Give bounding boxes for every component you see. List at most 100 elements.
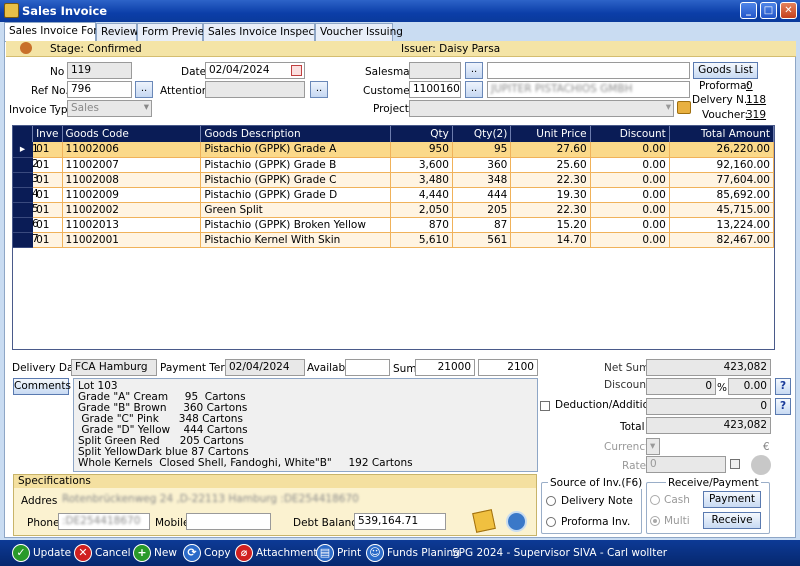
delivery-link[interactable]: 118	[746, 94, 766, 106]
attention-lookup-button[interactable]: ..	[310, 81, 328, 98]
proforma-inv-radio[interactable]	[546, 517, 556, 527]
table-row[interactable]: 4 01 11002009 Pistachio (GPPK) Grade D 4…	[13, 187, 775, 203]
ref-no-lookup-button[interactable]: ..	[135, 81, 153, 98]
table-row[interactable]: ▸ 1 01 11002006 Pistachio (GPPK) Grade A…	[13, 142, 775, 158]
salesman-lookup-button[interactable]: ..	[465, 62, 483, 79]
mobile-field[interactable]	[186, 513, 271, 530]
proforma-link[interactable]: 0	[746, 80, 753, 92]
folder-icon[interactable]	[677, 101, 691, 114]
multi-radio[interactable]	[650, 516, 660, 526]
cell-qty[interactable]: 950	[390, 142, 453, 158]
goods-list-button[interactable]: Goods List	[693, 62, 758, 79]
col-qty[interactable]: Qty	[390, 126, 453, 142]
receive-button[interactable]: Receive	[703, 512, 761, 529]
cell-unit-price[interactable]: 14.70	[510, 232, 591, 248]
discount-help-button[interactable]: ?	[775, 378, 791, 395]
cell-total-amount[interactable]: 26,220.00	[669, 142, 775, 158]
cell-total-amount[interactable]: 45,715.00	[669, 202, 775, 218]
table-row[interactable]: 5 01 11002002 Green Split 2,050 205 22.3…	[13, 202, 775, 218]
rate-checkbox[interactable]	[730, 459, 740, 469]
date-field[interactable]: 02/04/2024	[205, 62, 305, 79]
available-field[interactable]	[345, 359, 390, 376]
currency-select[interactable]: ▾	[646, 438, 660, 455]
col-discount[interactable]: Discount	[590, 126, 670, 142]
cell-discount[interactable]: 0.00	[590, 202, 670, 218]
close-button[interactable]: ✕	[780, 2, 797, 19]
cell-discount[interactable]: 0.00	[590, 142, 670, 158]
cell-unit-price[interactable]: 15.20	[510, 217, 591, 233]
cell-goods-code[interactable]: 11002001	[62, 232, 202, 248]
cell-total-amount[interactable]: 92,160.00	[669, 157, 775, 173]
comments-button[interactable]: Comments	[13, 378, 71, 395]
cell-goods-description[interactable]: Pistachio Kernel With Skin	[200, 232, 391, 248]
cell-qty[interactable]: 870	[390, 217, 453, 233]
update-button[interactable]: ✓ Update	[12, 543, 71, 563]
funds-planing-button[interactable]: ☺ Funds Planing	[366, 543, 460, 563]
col-inve[interactable]: Inve	[32, 126, 63, 142]
tab-form-preview[interactable]: Form Preview	[137, 23, 213, 41]
cell-total-amount[interactable]: 13,224.00	[669, 217, 775, 233]
salesman-code-field[interactable]	[409, 62, 461, 79]
rate-field[interactable]: 0	[646, 456, 726, 473]
cell-unit-price[interactable]: 22.30	[510, 202, 591, 218]
coins-icon[interactable]	[751, 455, 771, 475]
cell-qty2[interactable]: 87	[452, 217, 512, 233]
comments-textarea[interactable]: Lot 103 Grade "A" Cream 95 Cartons Grade…	[73, 378, 538, 472]
col-unit-price[interactable]: Unit Price	[510, 126, 591, 142]
cell-goods-description[interactable]: Pistachio (GPPK) Grade D	[200, 187, 391, 203]
cell-goods-description[interactable]: Pistachio (GPPK) Grade A	[200, 142, 391, 158]
cell-unit-price[interactable]: 27.60	[510, 142, 591, 158]
cell-goods-code[interactable]: 11002008	[62, 172, 202, 188]
address-field[interactable]: Rotenbrückenweg 24 ,D-22113 Hamburg :DE2…	[58, 491, 478, 508]
cell-unit-price[interactable]: 22.30	[510, 172, 591, 188]
customer-name-field[interactable]: JUPITER PISTACHIOS GMBH	[487, 81, 690, 98]
cell-goods-code[interactable]: 11002006	[62, 142, 202, 158]
minimize-button[interactable]: _	[740, 2, 757, 19]
tab-sales-invoice-form[interactable]: Sales Invoice Form	[4, 22, 108, 42]
cell-qty[interactable]: 4,440	[390, 187, 453, 203]
cell-qty[interactable]: 2,050	[390, 202, 453, 218]
cell-qty[interactable]: 3,600	[390, 157, 453, 173]
table-row[interactable]: 2 01 11002007 Pistachio (GPPK) Grade B 3…	[13, 157, 775, 173]
discount-value-field[interactable]: 0.00	[728, 378, 771, 395]
customer-lookup-button[interactable]: ..	[465, 81, 483, 98]
cell-goods-description[interactable]: Green Split	[200, 202, 391, 218]
cell-qty2[interactable]: 360	[452, 157, 512, 173]
attention-field[interactable]	[205, 81, 305, 98]
cell-qty2[interactable]: 444	[452, 187, 512, 203]
maximize-button[interactable]: □	[760, 2, 777, 19]
cell-total-amount[interactable]: 85,692.00	[669, 187, 775, 203]
deduction-field[interactable]: 0	[646, 398, 771, 415]
print-button[interactable]: ▤ Print	[316, 543, 361, 563]
cell-discount[interactable]: 0.00	[590, 157, 670, 173]
tab-review[interactable]: Review	[96, 23, 138, 41]
col-total-amount[interactable]: Total Amount	[669, 126, 775, 142]
cell-qty2[interactable]: 561	[452, 232, 512, 248]
col-goods-description[interactable]: Goods Description	[200, 126, 391, 142]
deduction-checkbox[interactable]	[540, 401, 550, 411]
customer-code-field[interactable]: 1100160	[409, 81, 461, 98]
no-field[interactable]: 119	[67, 62, 132, 79]
tab-sales-invoice-inspection[interactable]: Sales Invoice Inspection	[203, 23, 334, 41]
cell-goods-code[interactable]: 11002013	[62, 217, 202, 233]
cell-qty2[interactable]: 95	[452, 142, 512, 158]
table-row[interactable]: 6 01 11002013 Pistachio (GPPK) Broken Ye…	[13, 217, 775, 233]
col-qty2[interactable]: Qty(2)	[452, 126, 512, 142]
project-select[interactable]: ▾	[409, 100, 674, 117]
cell-qty2[interactable]: 205	[452, 202, 512, 218]
cell-discount[interactable]: 0.00	[590, 187, 670, 203]
table-row[interactable]: 7 01 11002001 Pistachio Kernel With Skin…	[13, 232, 775, 248]
cell-discount[interactable]: 0.00	[590, 232, 670, 248]
table-row[interactable]: 3 01 11002008 Pistachio (GPPK) Grade C 3…	[13, 172, 775, 188]
cell-unit-price[interactable]: 25.60	[510, 157, 591, 173]
tab-voucher-issuing[interactable]: Voucher Issuing	[315, 23, 403, 41]
delivery-note-radio[interactable]	[546, 496, 556, 506]
cell-total-amount[interactable]: 82,467.00	[669, 232, 775, 248]
discount-pct-field[interactable]: 0	[646, 378, 716, 395]
payment-button[interactable]: Payment	[703, 491, 761, 508]
cell-discount[interactable]: 0.00	[590, 217, 670, 233]
cell-qty[interactable]: 3,480	[390, 172, 453, 188]
cell-goods-code[interactable]: 11002007	[62, 157, 202, 173]
cancel-button[interactable]: ✕ Cancel	[74, 543, 131, 563]
cell-goods-description[interactable]: Pistachio (GPPK) Grade B	[200, 157, 391, 173]
